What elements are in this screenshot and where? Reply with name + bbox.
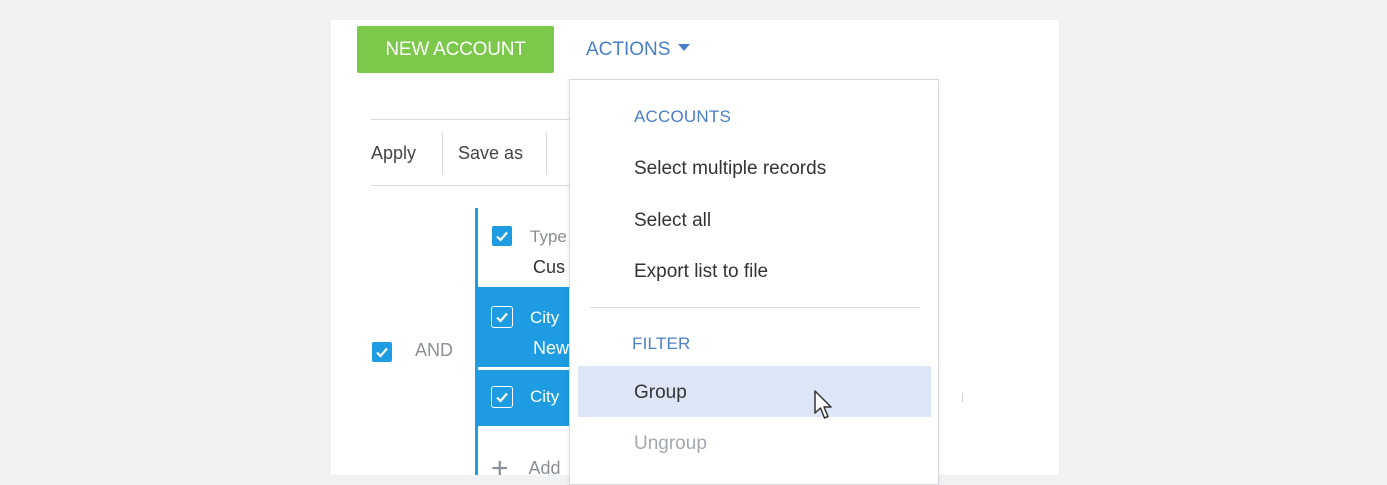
condition-column-label: City <box>530 387 560 406</box>
caret-down-icon <box>678 44 691 52</box>
divider-bottom <box>371 185 601 186</box>
new-account-button[interactable]: NEW ACCOUNT <box>357 26 554 73</box>
condition-column-label: Type <box>530 227 567 246</box>
mouse-cursor-icon <box>814 390 832 419</box>
checkmark-icon <box>496 392 508 403</box>
actions-label: ACTIONS <box>586 39 671 60</box>
actions-menu: ACCOUNTS Select multiple records Select … <box>569 79 939 485</box>
menu-item-select-multiple[interactable]: Select multiple records <box>634 158 826 180</box>
condition-checkbox[interactable] <box>491 225 513 247</box>
add-condition-label: Add <box>528 458 561 475</box>
condition-column-label: City <box>530 308 560 327</box>
menu-separator <box>590 307 920 308</box>
divider-top <box>371 119 601 120</box>
condition-value: New <box>533 338 570 358</box>
toolbar-separator <box>546 132 547 174</box>
and-group-checkbox[interactable] <box>371 341 393 363</box>
menu-section-accounts: ACCOUNTS <box>634 107 731 126</box>
menu-item-export[interactable]: Export list to file <box>634 261 768 283</box>
checkmark-icon <box>496 231 508 242</box>
toolbar-separator <box>442 132 443 174</box>
checkmark-icon <box>496 312 508 323</box>
condition-checkbox[interactable] <box>491 386 513 408</box>
menu-item-select-all[interactable]: Select all <box>634 210 711 232</box>
apply-button[interactable]: Apply <box>371 130 416 176</box>
condition-value: Cus <box>533 257 566 277</box>
menu-item-group[interactable]: Group <box>634 382 687 404</box>
menu-item-group-highlight <box>578 366 931 417</box>
checkmark-icon <box>376 347 388 358</box>
save-as-button[interactable]: Save as <box>458 130 523 176</box>
actions-dropdown-button[interactable]: ACTIONS <box>586 26 691 73</box>
condition-checkbox[interactable] <box>491 306 513 328</box>
scroll-indicator <box>962 393 963 402</box>
menu-section-filter: FILTER <box>632 334 691 353</box>
and-operator-label[interactable]: AND <box>415 340 453 361</box>
menu-item-ungroup[interactable]: Ungroup <box>634 433 707 455</box>
plus-icon: + <box>491 452 509 475</box>
add-condition-button[interactable]: + Add <box>491 448 561 475</box>
